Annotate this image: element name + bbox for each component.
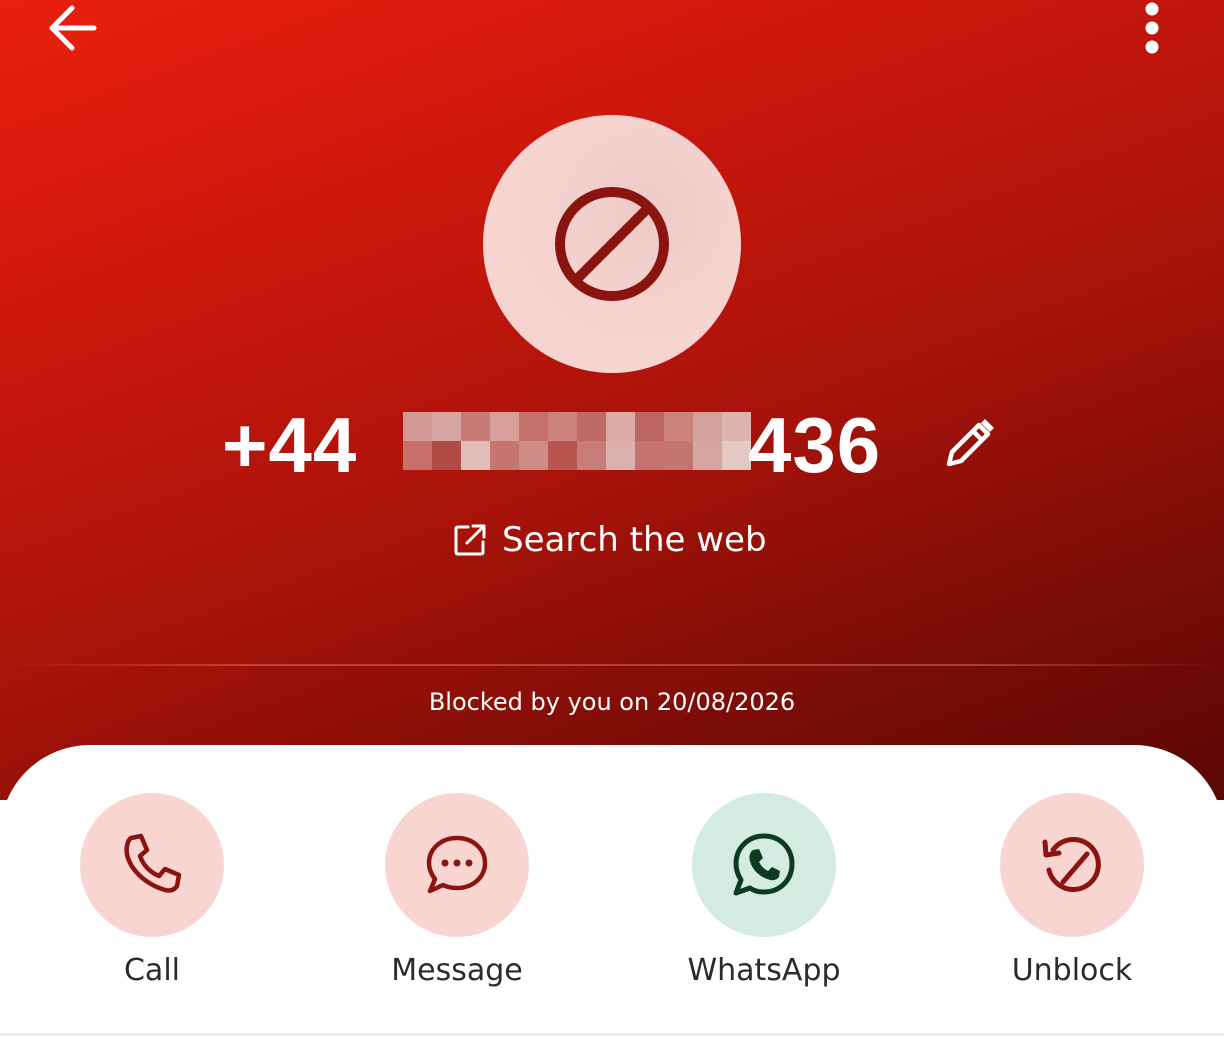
unblock-icon — [1042, 836, 1101, 892]
contact-detail-screen: +44 436 Search the web Blocked by you on… — [0, 0, 1224, 1061]
message-button-circle — [385, 793, 529, 937]
hero-header: +44 436 Search the web Blocked by you on… — [0, 0, 1224, 800]
more-vertical-icon — [1145, 2, 1159, 54]
phone-icon — [124, 833, 182, 893]
phone-number-prefix: +44 — [222, 401, 358, 489]
unblock-button-circle — [1000, 793, 1144, 937]
chat-icon — [426, 835, 488, 894]
arrow-left-icon — [49, 5, 97, 51]
phone-number-suffix: 436 — [748, 401, 882, 489]
edit-number-button[interactable] — [936, 413, 1002, 475]
contact-avatar — [483, 115, 741, 373]
block-icon — [555, 187, 669, 301]
unblock-label: Unblock — [1011, 953, 1133, 988]
whatsapp-icon — [733, 833, 795, 896]
blocked-status-text: Blocked by you on 20/08/2026 — [428, 688, 796, 716]
call-label: Call — [123, 953, 180, 988]
call-button[interactable]: Call — [32, 793, 272, 993]
search-web-label: Search the web — [502, 520, 767, 560]
pencil-icon — [946, 419, 994, 467]
section-divider — [0, 664, 1224, 666]
call-button-circle — [80, 793, 224, 937]
sheet-bottom-divider — [0, 1033, 1224, 1036]
message-label: Message — [391, 953, 523, 988]
back-button[interactable] — [40, 0, 104, 56]
search-web-link[interactable]: Search the web — [452, 515, 767, 565]
more-options-button[interactable] — [1128, 0, 1176, 58]
unblock-button[interactable]: Unblock — [952, 793, 1192, 993]
whatsapp-button[interactable]: WhatsApp — [644, 793, 884, 993]
open-external-icon — [454, 524, 486, 556]
actions-sheet: Call Message WhatsApp Unblock — [0, 745, 1224, 1061]
top-app-bar — [0, 0, 1224, 70]
whatsapp-label: WhatsApp — [687, 953, 841, 988]
phone-number-row: +44 436 — [0, 395, 1224, 495]
whatsapp-button-circle — [692, 793, 836, 937]
redacted-digits — [403, 412, 751, 470]
message-button[interactable]: Message — [337, 793, 577, 993]
